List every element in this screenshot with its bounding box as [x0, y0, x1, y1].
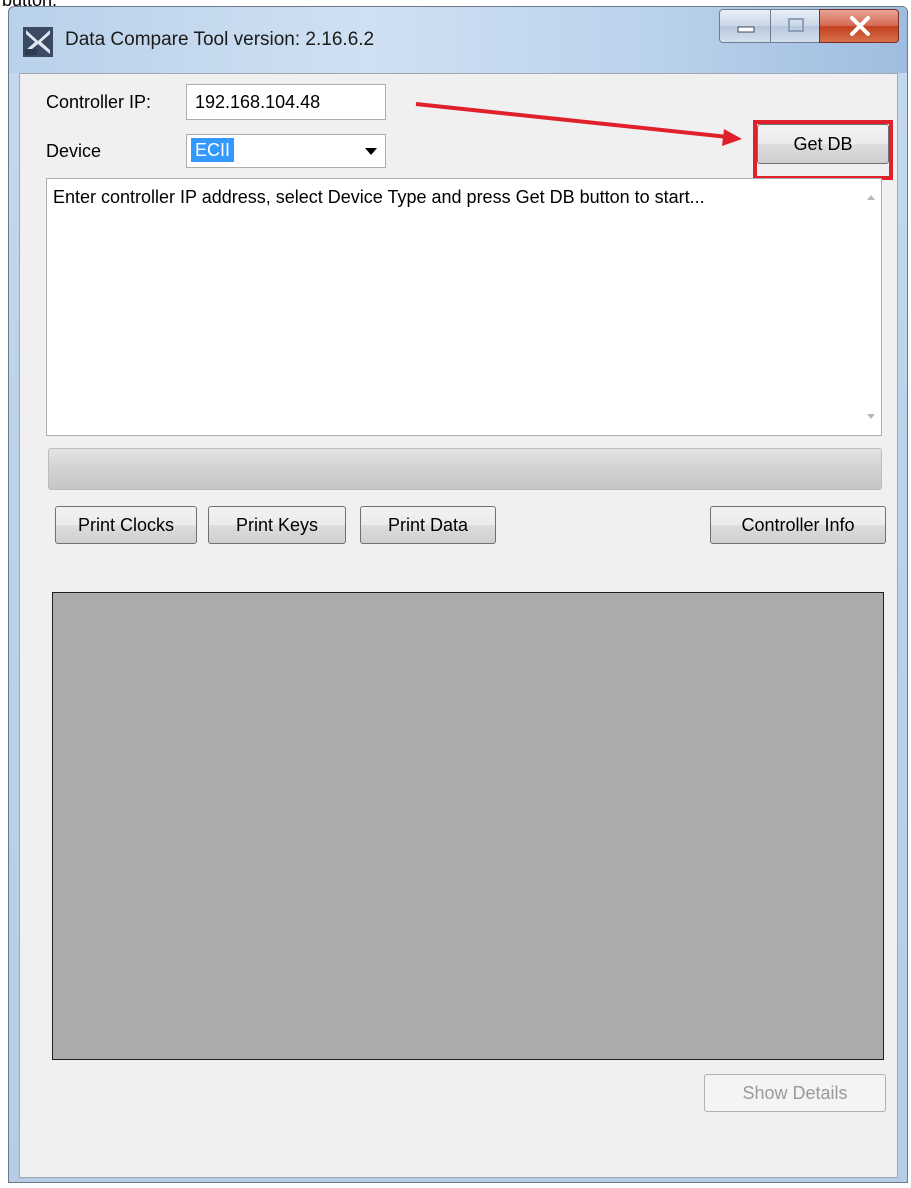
output-panel	[52, 592, 884, 1060]
annotation-highlight-box	[753, 120, 893, 180]
log-scrollbar[interactable]	[861, 179, 881, 435]
print-clocks-button[interactable]: Print Clocks	[55, 506, 197, 544]
controller-ip-input[interactable]	[186, 84, 386, 120]
scroll-up-arrow-icon[interactable]	[867, 195, 875, 200]
show-details-button[interactable]: Show Details	[704, 1074, 886, 1112]
log-message: Enter controller IP address, select Devi…	[53, 187, 705, 207]
minimize-icon	[737, 26, 755, 33]
device-selected-value: ECII	[191, 138, 235, 162]
title-bar[interactable]: Data Compare Tool version: 2.16.6.2	[9, 7, 907, 73]
progress-bar	[48, 448, 882, 490]
app-window: Data Compare Tool version: 2.16.6.2 Cont…	[8, 6, 908, 1183]
print-data-button[interactable]: Print Data	[360, 506, 496, 544]
controller-info-button[interactable]: Controller Info	[710, 506, 886, 544]
print-keys-button[interactable]: Print Keys	[208, 506, 346, 544]
device-label: Device	[46, 141, 102, 161]
app-x-logo-icon	[23, 27, 53, 57]
controller-ip-label: Controller IP:	[46, 92, 152, 112]
log-textarea[interactable]: Enter controller IP address, select Devi…	[46, 178, 882, 436]
close-button[interactable]	[819, 9, 899, 43]
scroll-down-arrow-icon[interactable]	[867, 414, 875, 419]
close-icon	[850, 16, 870, 36]
window-title: Data Compare Tool version: 2.16.6.2	[65, 29, 375, 50]
minimize-button[interactable]	[719, 9, 771, 43]
client-area: Controller IP: Device ECII Get DB Enter …	[19, 73, 898, 1178]
chevron-down-icon[interactable]	[365, 148, 377, 155]
maximize-button[interactable]	[770, 9, 820, 43]
maximize-icon	[788, 18, 804, 32]
device-select[interactable]: ECII	[186, 134, 386, 168]
